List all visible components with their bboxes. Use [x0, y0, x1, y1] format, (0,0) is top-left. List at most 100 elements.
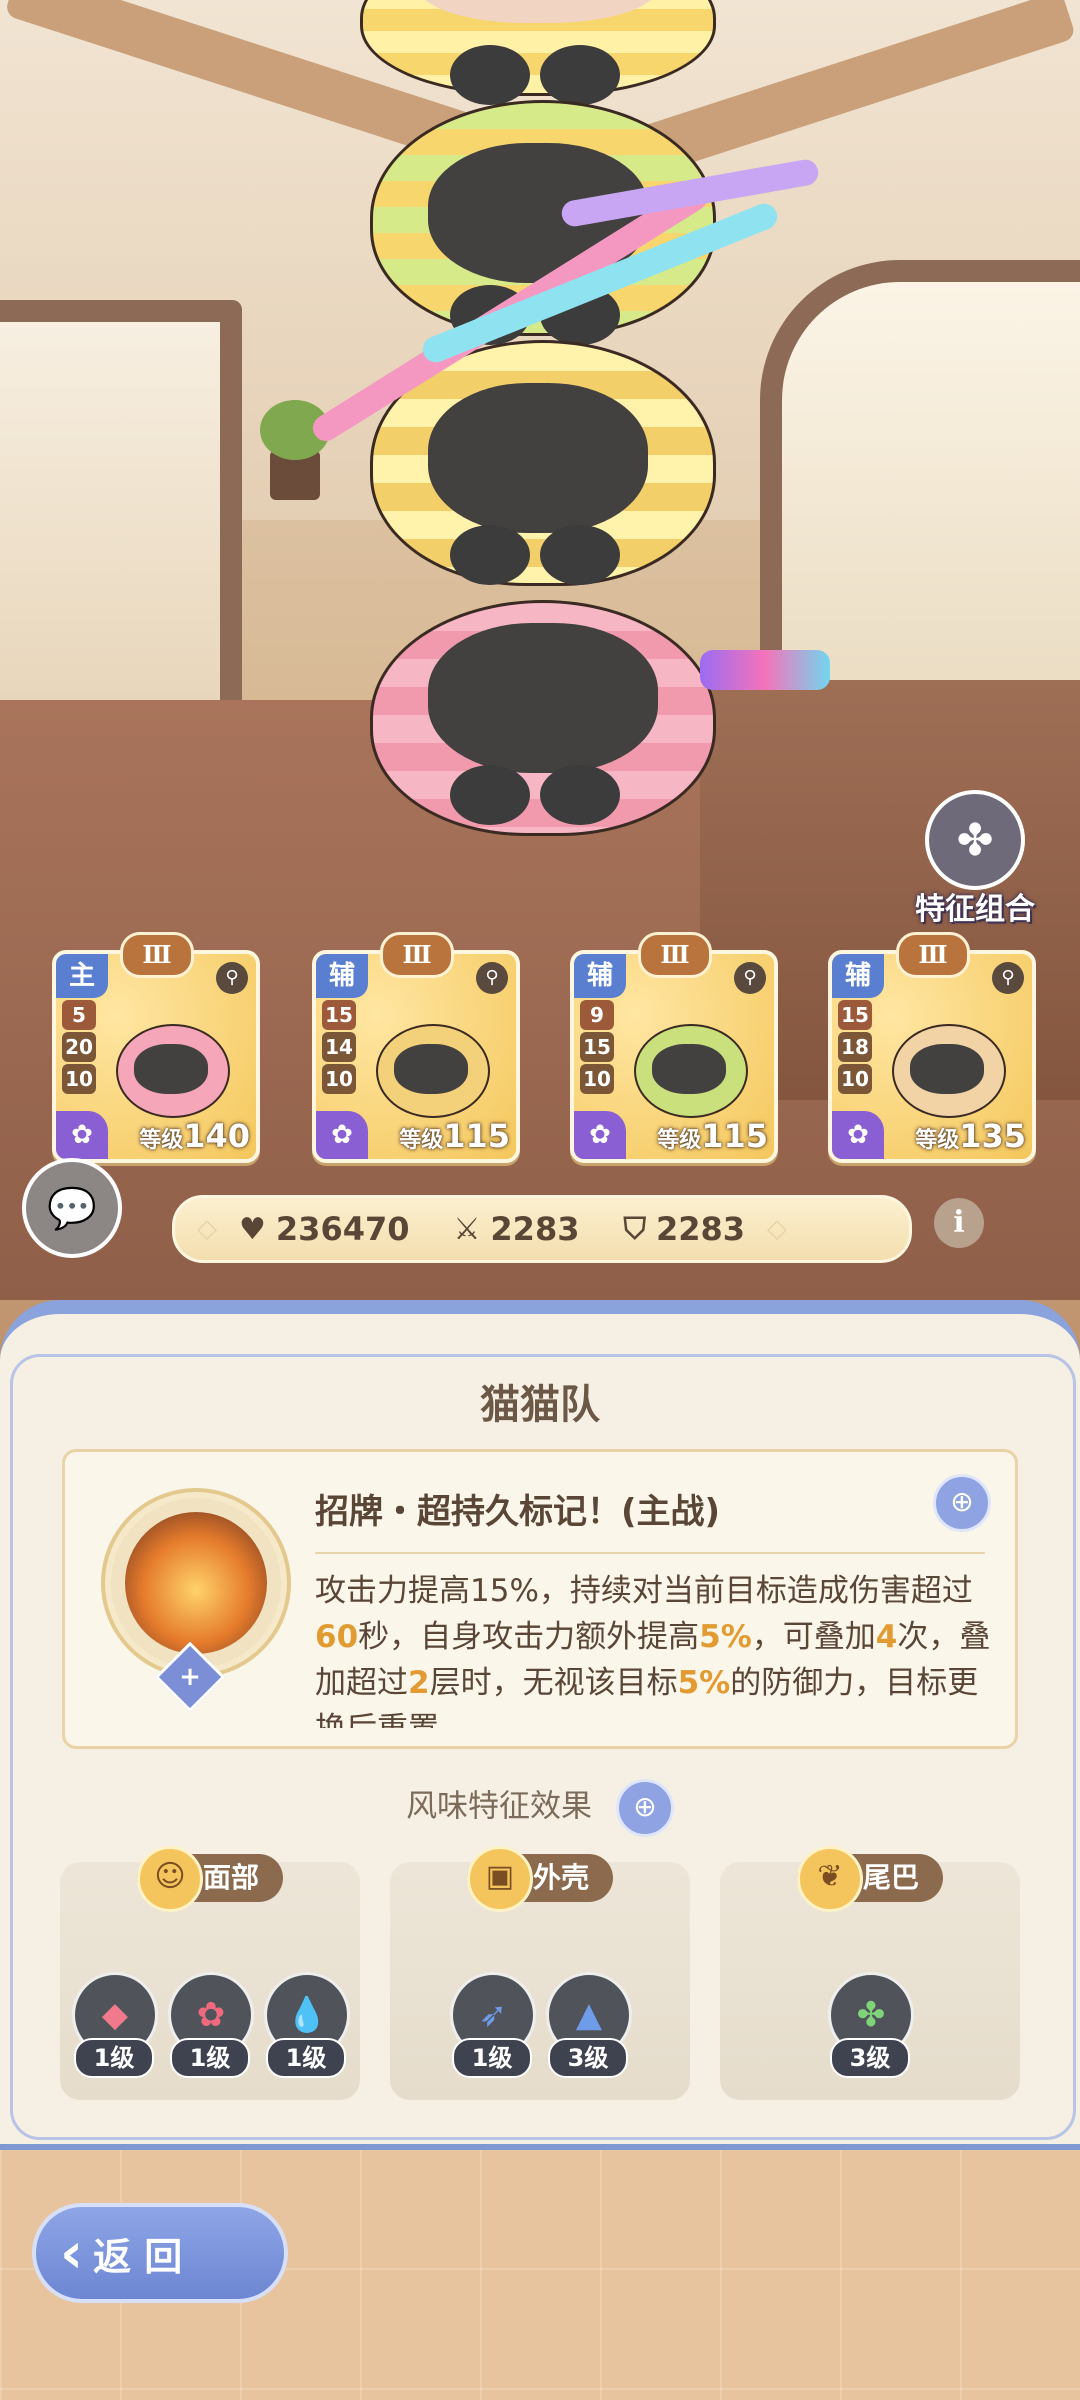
- level-value: 140: [183, 1117, 250, 1155]
- face-icon: ☺: [136, 1846, 203, 1912]
- team-card[interactable]: Ⅲ 辅 ⚲ 15 14 10 ✿ 等级115: [312, 932, 520, 1163]
- team-card[interactable]: Ⅲ 辅 ⚲ 15 18 10 ✿ 等级135: [828, 932, 1036, 1163]
- cat-paw: [540, 765, 620, 825]
- info-button[interactable]: i: [934, 1198, 984, 1248]
- rank-badge: Ⅲ: [638, 932, 712, 978]
- flavor-effects-title: 风味特征效果: [406, 1788, 593, 1825]
- stat-value: 9: [580, 1000, 614, 1030]
- magnifier-icon: ⊕: [950, 1485, 974, 1518]
- skill-name: 招牌・超持久标记！(主战): [315, 1492, 721, 1532]
- stat-value: 5: [62, 1000, 96, 1030]
- hp-stat: ♥ 236470: [239, 1210, 410, 1248]
- cat-paw: [450, 525, 530, 585]
- highlight-value: 5%: [699, 1619, 752, 1655]
- skill-box: + 招牌・超持久标记！(主战) ⊕ 攻击力提高15%，持续对当前目标造成伤害超过…: [62, 1449, 1018, 1749]
- trait-part-2[interactable]: ❦ 尾巴 ✤ 3级: [720, 1846, 1020, 2100]
- trait-level: 1级: [266, 2038, 346, 2078]
- stat-value: 18: [838, 1032, 872, 1062]
- desc-text: 层时，无视该目标: [429, 1665, 678, 1701]
- role-badge: 辅: [574, 954, 626, 998]
- trait-part-0[interactable]: ☺ 面部 ◆ 1级 ✿ 1级 💧 1级: [60, 1846, 360, 2100]
- cat-paw: [540, 45, 620, 105]
- rank-badge: Ⅲ: [380, 932, 454, 978]
- stat-value: 15: [580, 1032, 614, 1062]
- trait-item[interactable]: ✿ 1级: [168, 1972, 254, 2078]
- trait-level: 1级: [452, 2038, 532, 2078]
- defense-stat: ⛉ 2283: [623, 1210, 745, 1248]
- card-stats: 5 20 10: [60, 1000, 102, 1096]
- trait-item[interactable]: ➶ 1级: [450, 1972, 536, 2078]
- cat-portrait: [106, 1014, 230, 1118]
- card-level: 等级115: [399, 1117, 510, 1155]
- chat-button[interactable]: 💬: [22, 1158, 122, 1258]
- team-card[interactable]: Ⅲ 辅 ⚲ 9 15 10 ✿ 等级115: [570, 932, 778, 1163]
- attack-stat: ⚔ 2283: [454, 1210, 580, 1248]
- level-label: 等级: [657, 1128, 702, 1153]
- hp-value: 236470: [275, 1210, 410, 1248]
- desc-text: ，可叠加: [751, 1619, 876, 1655]
- stat-value: 15: [322, 1000, 356, 1030]
- cat-paw: [450, 45, 530, 105]
- highlight-value: 60: [315, 1619, 359, 1655]
- paw-icon: ✿: [574, 1111, 626, 1159]
- diamond-ornament-icon: ◇: [197, 1214, 217, 1244]
- upgrade-badge-label: +: [179, 1662, 201, 1692]
- tail-icon: ❦: [796, 1846, 863, 1912]
- back-arrow-icon: ‹: [60, 2220, 84, 2286]
- part-label-text: 外壳: [532, 1861, 590, 1894]
- stat-value: 14: [322, 1032, 356, 1062]
- rank-badge: Ⅲ: [120, 932, 194, 978]
- level-value: 115: [701, 1117, 768, 1155]
- team-panel: 猫猫队 + 招牌・超持久标记！(主战) ⊕ 攻击力提高15%，持续对当前目标造成…: [0, 1300, 1080, 2160]
- stat-value: 10: [322, 1064, 356, 1094]
- part-label: ☺ 面部: [136, 1846, 284, 1912]
- skill-zoom-button[interactable]: ⊕: [933, 1474, 991, 1532]
- back-button-label: 返 回: [93, 2234, 183, 2279]
- crossed-swords-icon: ⚔: [453, 1211, 481, 1247]
- trait-level: 1级: [74, 2038, 154, 2078]
- card-stats: 15 14 10: [320, 1000, 362, 1096]
- defense-value: 2283: [655, 1210, 746, 1248]
- trait-part-1[interactable]: ▣ 外壳 ➶ 1级 ▲ 3级: [390, 1846, 690, 2100]
- skill-description[interactable]: 攻击力提高15%，持续对当前目标造成伤害超过60秒，自身攻击力额外提高5%，可叠…: [315, 1568, 995, 1728]
- feature-combo-button[interactable]: ✤ 特征组合: [900, 790, 1050, 928]
- chat-bubble-icon: 💬: [47, 1185, 97, 1232]
- lock-icon: ⚲: [216, 962, 248, 994]
- role-badge: 主: [56, 954, 108, 998]
- divider: [315, 1552, 985, 1554]
- card-level: 等级135: [915, 1117, 1026, 1155]
- part-label-text: 面部: [202, 1861, 260, 1894]
- highlight-value: 4: [875, 1619, 898, 1655]
- shield-icon: ⛉: [623, 1211, 646, 1247]
- trait-level: 3级: [830, 2038, 910, 2078]
- rank-badge: Ⅲ: [896, 932, 970, 978]
- team-card[interactable]: Ⅲ 主 ⚲ 5 20 10 ✿ 等级140: [52, 932, 260, 1163]
- trait-item[interactable]: ▲ 3级: [546, 1972, 632, 2078]
- feature-combo-label: 特征组合: [915, 892, 1035, 927]
- level-value: 115: [443, 1117, 510, 1155]
- level-label: 等级: [399, 1128, 444, 1153]
- role-badge: 辅: [832, 954, 884, 998]
- trait-level: 3级: [548, 2038, 628, 2078]
- card-level: 等级140: [139, 1117, 250, 1155]
- panel-title: 猫猫队: [480, 1382, 600, 1428]
- flavor-zoom-button[interactable]: ⊕: [615, 1779, 674, 1837]
- attack-value: 2283: [490, 1210, 580, 1248]
- paw-icon: ✿: [832, 1111, 884, 1159]
- stat-value: 10: [580, 1064, 614, 1094]
- team-stats-bar: ◇ ♥ 236470 ⚔ 2283 ⛉ 2283 ◇: [172, 1195, 912, 1263]
- desc-text: 攻击力提高15%，持续对当前目标造成伤害超过: [315, 1573, 973, 1609]
- rainbow-streak: [700, 650, 830, 690]
- back-button[interactable]: ‹ 返 回: [32, 2203, 288, 2303]
- paw-icon: ✿: [316, 1111, 368, 1159]
- part-label: ❦ 尾巴: [796, 1846, 944, 1912]
- cat-paw: [450, 765, 530, 825]
- trait-item[interactable]: ✤ 3级: [828, 1972, 914, 2078]
- trait-item[interactable]: ◆ 1级: [72, 1972, 158, 2078]
- part-label-text: 尾巴: [862, 1861, 920, 1894]
- heart-icon: ♥: [239, 1211, 266, 1247]
- trait-item[interactable]: 💧 1级: [264, 1972, 350, 2078]
- stat-value: 10: [838, 1064, 872, 1094]
- level-label: 等级: [139, 1128, 184, 1153]
- stat-value: 10: [62, 1064, 96, 1094]
